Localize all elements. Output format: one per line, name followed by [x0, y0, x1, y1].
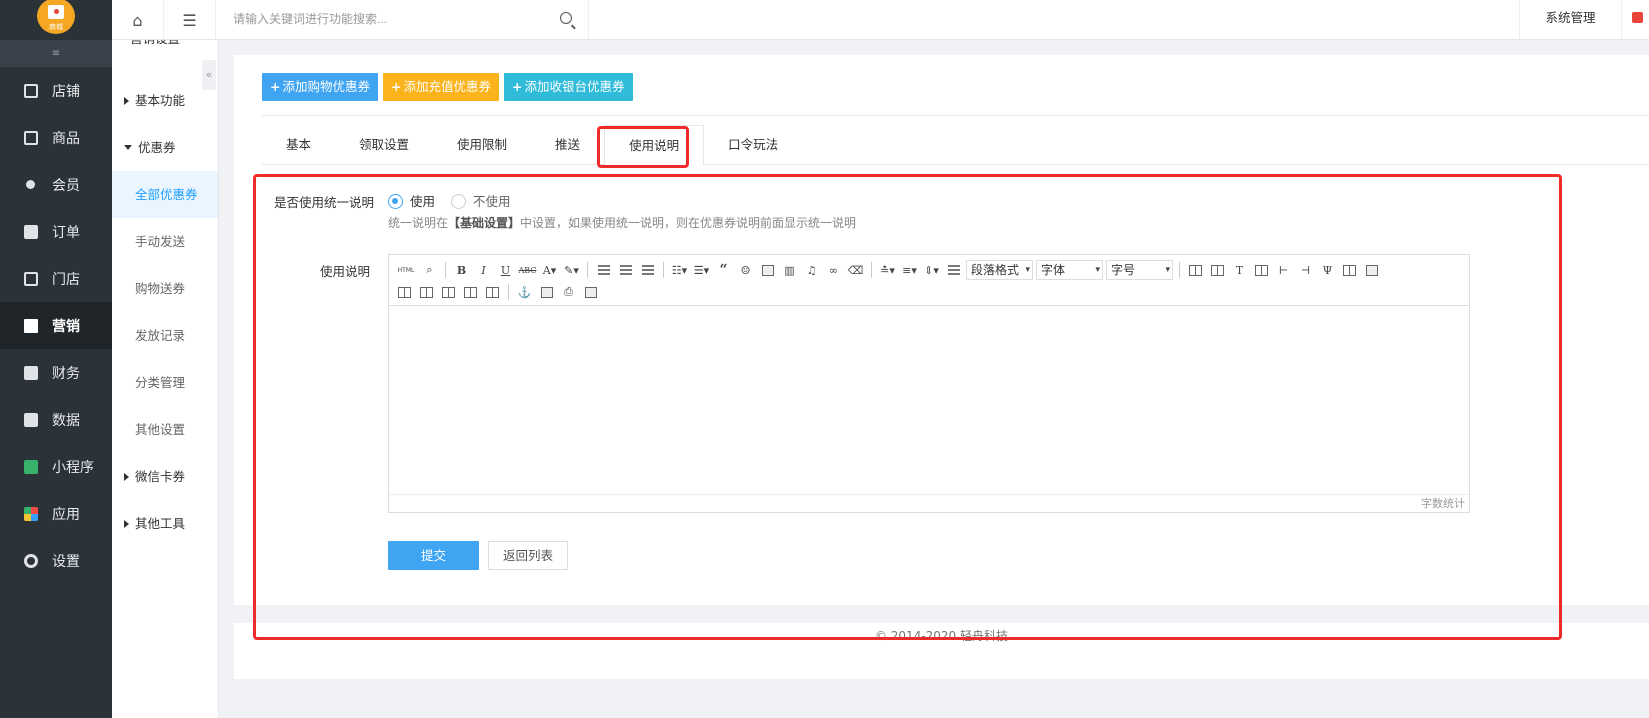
tab-receive-settings[interactable]: 领取设置: [335, 125, 433, 164]
nav-item-store[interactable]: 店铺: [0, 67, 112, 114]
sub-nav-list: 基本功能 优惠券 全部优惠券 手动发送 购物送券 发放记录 分类管理 其他设置 …: [112, 77, 218, 547]
add-cashier-coupon-button[interactable]: + 添加收银台优惠券: [504, 73, 633, 101]
chart-icon: [24, 412, 38, 427]
apps-icon: [24, 506, 38, 521]
nav-label: 财务: [52, 365, 80, 382]
goods-icon: [24, 130, 38, 145]
menu-button[interactable]: ☰: [164, 0, 216, 40]
nav-label: 设置: [52, 553, 80, 570]
subnav-label: 其他工具: [135, 516, 186, 531]
tab-basic[interactable]: 基本: [262, 125, 335, 164]
subnav-item-shopping-gift[interactable]: 购物送券: [112, 265, 218, 312]
nav-item-miniprogram[interactable]: 小程序: [0, 443, 112, 490]
gift-icon: [24, 318, 38, 333]
nav-label: 商品: [52, 130, 80, 147]
search-input[interactable]: [219, 0, 539, 38]
caret-right-icon: [124, 97, 129, 105]
nav-item-shops[interactable]: 门店: [0, 255, 112, 302]
tab-highlight-box: [597, 126, 689, 168]
logo-text: 商城: [49, 23, 63, 31]
system-management-link[interactable]: 系统管理: [1519, 0, 1622, 40]
subnav-item-other-settings[interactable]: 其他设置: [112, 406, 218, 453]
user-icon: [26, 180, 35, 189]
add-recharge-coupon-button[interactable]: + 添加充值优惠券: [383, 73, 499, 101]
subnav-label: 基本功能: [135, 93, 186, 108]
nav-item-goods[interactable]: 商品: [0, 114, 112, 161]
nav-label: 会员: [52, 177, 80, 194]
subnav-group-other-tools[interactable]: 其他工具: [112, 500, 218, 547]
sub-collapse-button[interactable]: «: [202, 60, 216, 90]
subnav-item-manual-send[interactable]: 手动发送: [112, 218, 218, 265]
plus-icon: +: [270, 79, 281, 94]
tab-usage-limits[interactable]: 使用限制: [433, 125, 531, 164]
nav-item-marketing[interactable]: 营销: [0, 302, 112, 349]
main-nav: 店铺 商品 会员 订单 门店 营销 财务 数据 小程序 应用 设置: [0, 67, 112, 584]
subnav-label: 优惠券: [138, 140, 176, 155]
divider: [262, 115, 1649, 116]
plus-icon: +: [512, 79, 523, 94]
sidebar-collapse-button[interactable]: ≡: [0, 40, 112, 67]
add-shopping-coupon-button[interactable]: + 添加购物优惠券: [262, 73, 378, 101]
subnav-item-issue-records[interactable]: 发放记录: [112, 312, 218, 359]
nav-item-data[interactable]: 数据: [0, 396, 112, 443]
gear-icon: [24, 553, 38, 568]
money-bag-icon: [24, 365, 38, 380]
nav-label: 店铺: [52, 83, 80, 100]
button-label: 添加收银台优惠券: [524, 79, 625, 94]
button-label: 添加充值优惠券: [403, 79, 491, 94]
button-label: 添加购物优惠券: [282, 79, 370, 94]
nav-item-orders[interactable]: 订单: [0, 208, 112, 255]
order-icon: [24, 224, 38, 239]
subnav-item-categories[interactable]: 分类管理: [112, 359, 218, 406]
nav-label: 小程序: [52, 459, 94, 476]
subnav-group-coupon[interactable]: 优惠券: [112, 124, 218, 171]
tab-password-play[interactable]: 口令玩法: [704, 125, 802, 164]
top-bar: ⌂ ☰ 系统管理 用: [112, 0, 1649, 40]
subnav-item-all-coupons[interactable]: 全部优惠券: [112, 171, 218, 218]
nav-label: 门店: [52, 271, 80, 288]
caret-right-icon: [124, 473, 129, 481]
subnav-group-wechat-cards[interactable]: 微信卡券: [112, 453, 218, 500]
tab-push[interactable]: 推送: [531, 125, 604, 164]
sub-sidebar: 营销设置 « 基本功能 优惠券 全部优惠券 手动发送 购物送券 发放记录 分类管…: [112, 0, 219, 718]
caret-right-icon: [124, 520, 129, 528]
logo-area: 商城: [0, 0, 112, 40]
user-menu[interactable]: 用: [1632, 0, 1649, 40]
search-box: [219, 0, 589, 40]
nav-label: 营销: [52, 318, 80, 335]
nav-label: 订单: [52, 224, 80, 241]
nav-item-finance[interactable]: 财务: [0, 349, 112, 396]
home-button[interactable]: ⌂: [112, 0, 164, 40]
content-highlight-box: [253, 174, 1562, 640]
subnav-label: 微信卡券: [135, 469, 186, 484]
store-icon: [24, 83, 38, 98]
tab-bar: 基本 领取设置 使用限制 推送 使用说明 口令玩法: [262, 125, 1649, 166]
caret-down-icon: [124, 145, 132, 150]
logo[interactable]: 商城: [37, 0, 75, 34]
nav-item-settings[interactable]: 设置: [0, 537, 112, 584]
action-buttons: + 添加购物优惠券 + 添加充值优惠券 + 添加收银台优惠券: [262, 73, 633, 101]
nav-label: 数据: [52, 412, 80, 429]
menu-icon: ☰: [182, 10, 197, 30]
home-icon: ⌂: [132, 10, 143, 30]
cart-icon: [1632, 12, 1643, 23]
search-icon[interactable]: [560, 12, 572, 24]
nav-label: 应用: [52, 506, 80, 523]
main-sidebar: 商城 ≡ 店铺 商品 会员 订单 门店 营销 财务 数据 小程序 应用 设置: [0, 0, 112, 718]
nav-item-members[interactable]: 会员: [0, 161, 112, 208]
shop-icon: [24, 271, 38, 286]
miniprogram-icon: [24, 459, 38, 474]
plus-icon: +: [391, 79, 402, 94]
nav-item-apps[interactable]: 应用: [0, 490, 112, 537]
